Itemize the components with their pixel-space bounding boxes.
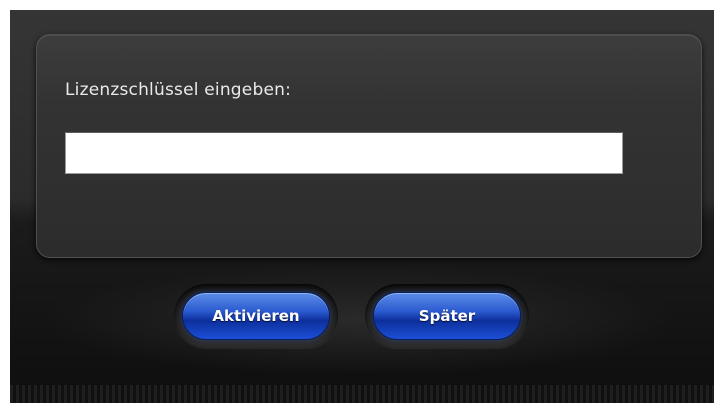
license-prompt-label: Lizenzschlüssel eingeben: xyxy=(65,80,292,100)
later-button-frame: Später xyxy=(365,284,529,348)
activate-button[interactable]: Aktivieren xyxy=(182,292,330,340)
button-area-glow xyxy=(40,265,680,375)
license-key-input[interactable] xyxy=(65,132,623,174)
license-dialog: Lizenzschlüssel eingeben: Aktivieren Spä… xyxy=(10,10,714,403)
later-button[interactable]: Später xyxy=(373,292,521,340)
activate-button-frame: Aktivieren xyxy=(174,284,338,348)
bottom-grille xyxy=(10,385,714,403)
